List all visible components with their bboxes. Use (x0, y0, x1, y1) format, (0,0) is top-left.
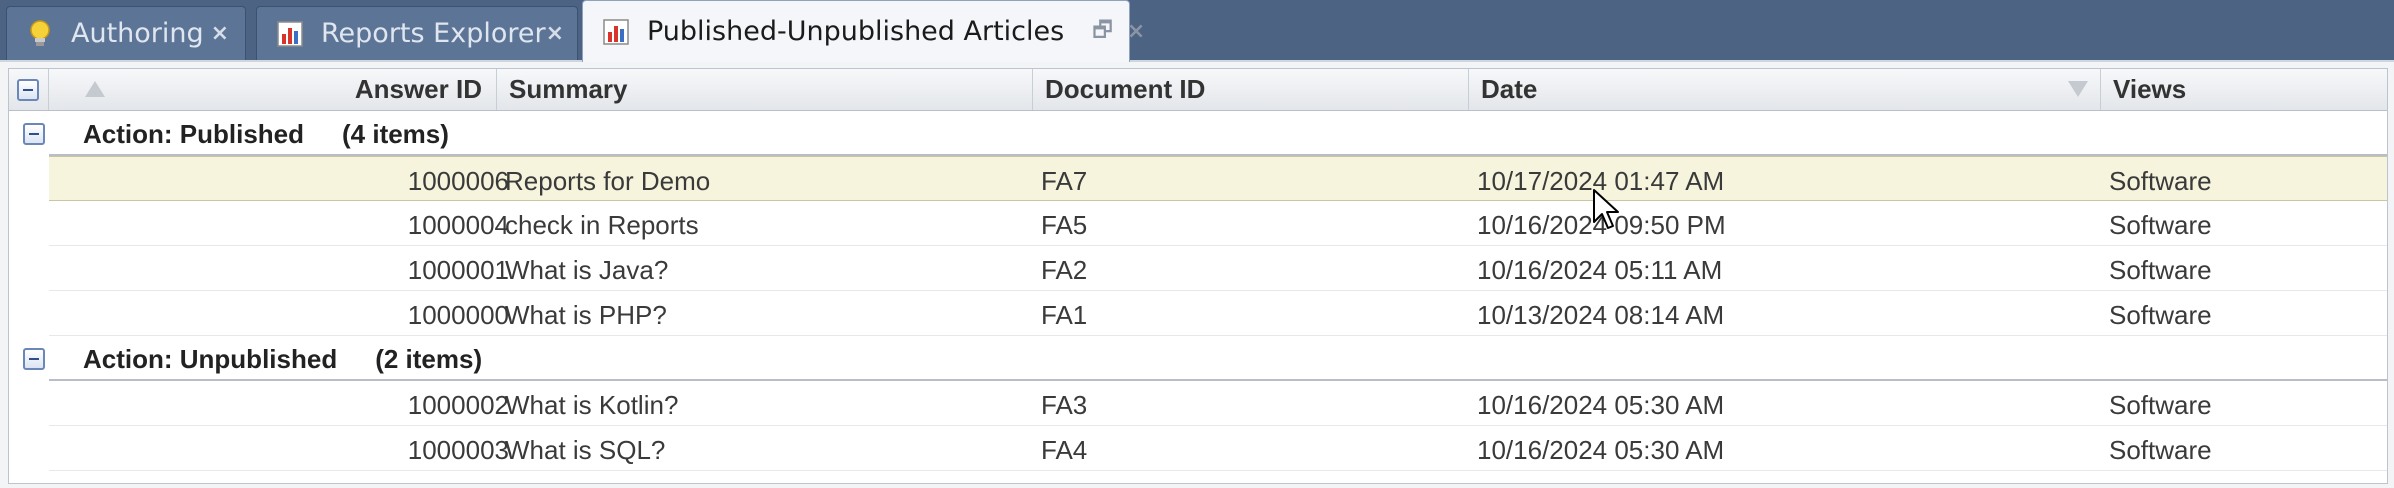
column-header-label: Answer ID (354, 74, 482, 104)
collapse-group-icon[interactable] (23, 348, 45, 370)
tab-published-unpublished-articles[interactable]: Published-Unpublished Articles 🗗 × (582, 0, 1145, 62)
header-expand-col[interactable] (9, 69, 49, 110)
cell-summary: What is Kotlin? (505, 390, 679, 420)
collapse-group-icon[interactable] (23, 123, 45, 145)
cell-answer-id: 1000004 (407, 210, 509, 240)
table-row[interactable]: 1000003 What is SQL? FA4 10/16/2024 05:3… (49, 426, 2387, 471)
cell-views: Software (2109, 435, 2212, 465)
tab-label: Published-Unpublished Articles (647, 16, 1065, 47)
sort-descending-icon (2068, 81, 2088, 97)
cell-date: 10/13/2024 08:14 AM (1477, 300, 1725, 330)
tab-close-icon[interactable]: × (1127, 19, 1145, 44)
cell-views: Software (2109, 210, 2212, 240)
cell-views: Software (2109, 255, 2212, 285)
tab-label: Authoring (71, 18, 204, 49)
cell-summary: What is PHP? (505, 300, 667, 330)
group-label: Action: Published (83, 119, 304, 149)
cell-views: Software (2109, 300, 2212, 330)
cell-date: 10/16/2024 05:11 AM (1477, 255, 1723, 285)
collapse-all-icon[interactable] (17, 79, 39, 101)
cell-document-id: FA3 (1041, 390, 1088, 420)
table-row[interactable]: 1000001 What is Java? FA2 10/16/2024 05:… (49, 246, 2387, 291)
table-row[interactable]: 1000004 check in Reports FA5 10/16/2024 … (49, 201, 2387, 246)
cell-answer-id: 1000000 (407, 300, 509, 330)
cell-document-id: FA4 (1041, 435, 1088, 465)
tab-close-icon[interactable]: × (211, 21, 229, 46)
table-row[interactable]: 1000002 What is Kotlin? FA3 10/16/2024 0… (49, 381, 2387, 426)
tab-reports-explorer[interactable]: Reports Explorer × (256, 6, 578, 60)
cell-date: 10/16/2024 05:30 AM (1477, 435, 1725, 465)
lightbulb-icon (25, 19, 55, 49)
column-header-label: Summary (509, 74, 628, 104)
tab-authoring[interactable]: Authoring × (6, 6, 246, 60)
report-panel: Answer ID Summary Document ID Date Views… (0, 60, 2394, 488)
cell-answer-id: 1000003 (407, 435, 509, 465)
mouse-cursor-icon (1593, 189, 1619, 229)
tab-close-icon[interactable]: × (546, 21, 564, 46)
column-header-document-id[interactable]: Document ID (1033, 69, 1469, 110)
column-header-summary[interactable]: Summary (497, 69, 1033, 110)
cell-document-id: FA2 (1041, 255, 1088, 285)
column-header-date[interactable]: Date (1469, 69, 2101, 110)
tab-strip: Authoring × Reports Explorer × Published… (0, 0, 2394, 62)
grid-header: Answer ID Summary Document ID Date Views (9, 69, 2387, 111)
group-count: (2 items) (375, 344, 483, 374)
cell-document-id: FA5 (1041, 210, 1088, 240)
cell-views: Software (2109, 390, 2212, 420)
group-header: Action: Unpublished (2 items) (83, 344, 482, 375)
cell-views: Software (2109, 166, 2212, 196)
table-row[interactable]: 1000006 Reports for Demo FA7 10/17/2024 … (49, 156, 2387, 201)
tab-label: Reports Explorer (321, 18, 546, 49)
cell-answer-id: 1000001 (407, 255, 509, 285)
group-header: Action: Published (4 items) (83, 119, 449, 150)
group-count: (4 items) (342, 119, 449, 149)
cell-document-id: FA7 (1041, 166, 1088, 196)
group-row-published[interactable]: Action: Published (4 items) (9, 111, 2387, 156)
column-header-label: Date (1481, 74, 1538, 104)
report-chart-icon (601, 17, 631, 47)
articles-grid: Answer ID Summary Document ID Date Views… (8, 68, 2388, 484)
cell-answer-id: 1000002 (407, 390, 509, 420)
cell-summary: What is Java? (505, 255, 669, 285)
cell-summary: check in Reports (505, 210, 699, 240)
cell-summary: What is SQL? (505, 435, 666, 465)
column-header-views[interactable]: Views (2101, 69, 2387, 110)
group-label: Action: Unpublished (83, 344, 338, 374)
column-header-answer-id[interactable]: Answer ID (49, 69, 497, 110)
table-row[interactable]: 1000000 What is PHP? FA1 10/13/2024 08:1… (49, 291, 2387, 336)
sort-ascending-icon (85, 81, 105, 97)
cell-date: 10/16/2024 05:30 AM (1477, 390, 1725, 420)
group-row-unpublished[interactable]: Action: Unpublished (2 items) (9, 336, 2387, 381)
report-chart-icon (275, 19, 305, 49)
restore-window-icon[interactable]: 🗗 (1092, 13, 1113, 51)
column-header-label: Views (2113, 74, 2187, 104)
cell-document-id: FA1 (1041, 300, 1088, 330)
column-header-label: Document ID (1045, 74, 1206, 104)
cell-answer-id: 1000006 (407, 166, 509, 196)
cell-summary: Reports for Demo (505, 166, 711, 196)
